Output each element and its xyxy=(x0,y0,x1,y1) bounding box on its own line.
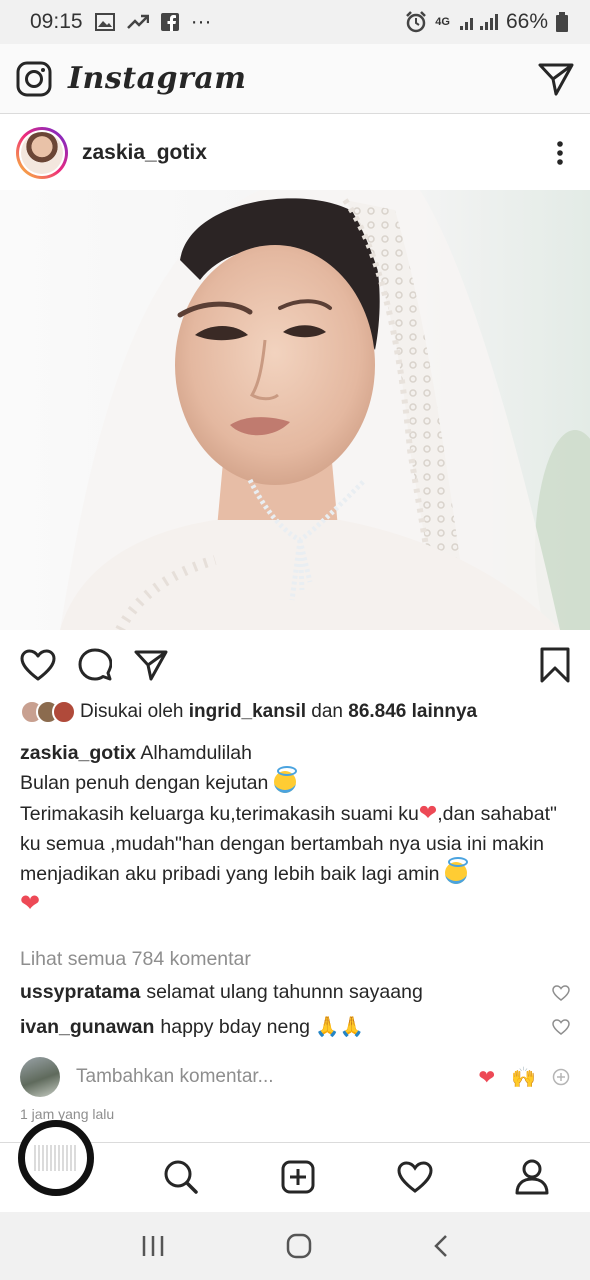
comment-username[interactable]: ivan_gunawan xyxy=(20,1016,154,1039)
signal-icon xyxy=(458,13,498,31)
activity-heart-icon[interactable] xyxy=(397,1160,433,1193)
liker-username[interactable]: ingrid_kansil xyxy=(189,701,306,723)
comment-text: happy bday neng 🙏🙏 xyxy=(160,1016,364,1038)
blurred-content xyxy=(34,1145,78,1171)
caption-username[interactable]: zaskia_gotix xyxy=(20,742,136,764)
gallery-icon xyxy=(94,13,115,31)
alarm-icon xyxy=(405,11,427,33)
quick-reactions: ❤ 🙌 xyxy=(478,1065,570,1090)
add-comment-bar: Tambahkan komentar... ❤ 🙌 xyxy=(20,1056,570,1098)
home-button-icon[interactable] xyxy=(286,1233,312,1259)
camera-icon[interactable] xyxy=(16,61,52,97)
search-icon[interactable] xyxy=(163,1159,199,1195)
likes-prefix: Disukai oleh xyxy=(80,701,184,722)
comment-like-icon[interactable] xyxy=(552,1019,570,1035)
share-icon[interactable] xyxy=(134,649,168,681)
battery-level: 66% xyxy=(505,10,548,33)
caption-line-3a: Terimakasih keluarga ku,terimakasih suam… xyxy=(20,803,419,825)
app-header: Instagram xyxy=(0,44,590,114)
like-icon[interactable] xyxy=(20,649,56,681)
quick-raised-hands-reaction[interactable]: 🙌 xyxy=(511,1065,536,1090)
current-user-avatar xyxy=(20,1057,60,1097)
avatar-image xyxy=(21,132,63,174)
red-heart-emoji-icon: ❤ xyxy=(20,890,41,917)
add-comment-input[interactable]: Tambahkan komentar... xyxy=(76,1066,274,1088)
home-tab-icon[interactable] xyxy=(18,1120,94,1196)
comment-row: ivan_gunawan happy bday neng 🙏🙏 xyxy=(20,1015,570,1039)
recent-apps-icon[interactable] xyxy=(141,1235,165,1257)
comment-icon[interactable] xyxy=(78,648,112,682)
likes-summary[interactable]: Disukai oleh ingrid_kansil dan 86.846 la… xyxy=(20,700,477,724)
trending-icon xyxy=(126,14,149,30)
post-photo[interactable] xyxy=(0,190,590,630)
avatar[interactable] xyxy=(16,127,68,179)
post-timestamp: 1 jam yang lalu xyxy=(20,1106,115,1122)
status-more: ··· xyxy=(190,10,212,33)
liker-avatar xyxy=(52,700,76,724)
quick-heart-reaction[interactable]: ❤ xyxy=(478,1065,495,1090)
direct-message-icon[interactable] xyxy=(538,62,574,96)
liker-avatars xyxy=(20,700,76,724)
instagram-logo: Instagram xyxy=(68,61,247,96)
status-time: 09:15 xyxy=(30,10,83,33)
post-actions xyxy=(0,642,590,688)
battery-icon xyxy=(556,12,568,32)
status-bar: 09:15 ··· 4G 66% xyxy=(0,0,590,44)
more-options-icon[interactable] xyxy=(556,140,564,166)
comment-like-icon[interactable] xyxy=(552,984,570,1001)
bookmark-icon[interactable] xyxy=(540,647,570,683)
post-username[interactable]: zaskia_gotix xyxy=(82,141,207,165)
facebook-icon xyxy=(160,13,179,31)
post-caption: zaskia_gotix Alhamdulilah Bulan penuh de… xyxy=(20,738,575,920)
halo-emoji-icon xyxy=(273,766,297,793)
new-post-icon[interactable] xyxy=(281,1160,315,1194)
profile-icon[interactable] xyxy=(515,1159,549,1195)
network-type: 4G xyxy=(435,16,450,28)
comment-row: ussypratama selamat ulang tahunnn sayaan… xyxy=(20,981,570,1004)
caption-line-1: Alhamdulilah xyxy=(140,742,252,764)
likes-joiner: dan xyxy=(311,701,343,722)
system-navigation-bar xyxy=(0,1212,590,1280)
halo-emoji-icon xyxy=(444,857,468,884)
view-all-comments-link[interactable]: Lihat semua 784 komentar xyxy=(20,948,251,971)
add-reaction-icon[interactable] xyxy=(552,1068,570,1086)
red-heart-emoji-icon: ❤ xyxy=(418,800,438,825)
likes-count[interactable]: 86.846 lainnya xyxy=(348,701,477,723)
back-icon[interactable] xyxy=(433,1234,449,1258)
caption-line-2: Bulan penuh dengan kejutan xyxy=(20,772,269,794)
comment-text: selamat ulang tahunnn sayaang xyxy=(146,981,423,1003)
comment-username[interactable]: ussypratama xyxy=(20,981,140,1004)
post-header: zaskia_gotix xyxy=(0,116,590,190)
